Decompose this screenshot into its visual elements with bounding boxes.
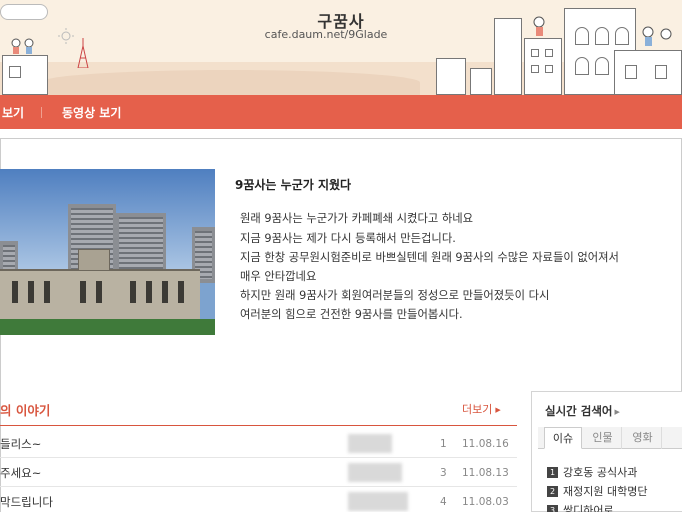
menu-video-view[interactable]: 동영상 보기 <box>62 104 121 121</box>
cafe-menu-bar: 보기 동영상 보기 <box>0 95 682 129</box>
triangle-right-icon: ▶ <box>495 406 501 414</box>
rank-badge: 1 <box>547 467 558 478</box>
table-row[interactable]: 주세요~ 3 11.08.13 <box>0 459 517 487</box>
intro-text-line: 하지만 원래 9꿈사가 회원여러분들의 정성으로 만들어졌듯이 다시 <box>240 289 550 302</box>
rank-badge: 2 <box>547 486 558 497</box>
tower-illustration <box>75 38 91 69</box>
building-illustration <box>436 58 466 95</box>
post-subject[interactable]: 막드립니다 <box>0 494 53 510</box>
table-row[interactable]: 막드립니다 4 11.08.03 <box>0 488 517 512</box>
tab-issue[interactable]: 이슈 <box>544 427 582 449</box>
more-link[interactable]: 더보기 ▶ <box>462 401 501 417</box>
post-count: 1 <box>440 438 447 450</box>
keyword-text: 쌍디하어로 <box>563 504 614 512</box>
realtime-keyword[interactable]: 1 강호동 공식사과 <box>547 464 637 480</box>
post-count: 3 <box>440 467 447 479</box>
post-date: 11.08.13 <box>462 467 509 479</box>
realtime-keyword[interactable]: 2 재정지원 대학명단 <box>547 483 647 499</box>
intro-text-line: 여러분의 힘으로 건전한 9꿈사를 만들어봅시다. <box>240 308 463 321</box>
more-link-label: 더보기 <box>462 403 493 416</box>
post-subject[interactable]: 들리스~ <box>0 436 41 452</box>
banner-hills <box>40 70 420 95</box>
triangle-right-icon: ▶ <box>614 407 620 416</box>
table-row[interactable]: 들리스~ 1 11.08.16 <box>0 430 517 458</box>
cafe-header-banner: 구꿈사 cafe.daum.net/9Glade <box>0 0 682 95</box>
building-illustration <box>524 38 562 95</box>
realtime-search-title[interactable]: 실시간 검색어 ▶ <box>545 403 620 419</box>
tab-people[interactable]: 인물 <box>584 427 622 449</box>
menu-divider <box>41 107 42 118</box>
intro-text-line: 매우 안타깝네요 <box>240 270 317 283</box>
post-count: 4 <box>440 496 447 508</box>
realtime-tabs: 이슈 인물 영화 <box>538 427 682 449</box>
blurred-author <box>348 492 408 511</box>
cafe-url[interactable]: cafe.daum.net/9Glade <box>0 28 652 41</box>
intro-text-line: 지금 9꿈사는 제가 다시 등록해서 만든겁니다. <box>240 232 456 245</box>
post-subject[interactable]: 주세요~ <box>0 465 41 481</box>
building-illustration <box>614 50 682 95</box>
blurred-author <box>348 463 402 482</box>
realtime-keyword[interactable]: 3 쌍디하어로 <box>547 502 614 512</box>
board-divider <box>0 425 517 426</box>
intro-text-line: 지금 한창 공무원시험준비로 바쁘실텐데 원래 9꿈사의 수많은 자료들이 없어… <box>240 251 619 264</box>
post-date: 11.08.16 <box>462 438 509 450</box>
building-illustration-left <box>2 55 48 95</box>
keyword-text: 강호동 공식사과 <box>563 466 638 479</box>
realtime-search-box: 실시간 검색어 ▶ 이슈 인물 영화 1 강호동 공식사과 2 재정지원 대학명단 3… <box>531 391 682 512</box>
intro-text-line: 원래 9꿈사는 누군가가 카페폐쇄 시켰다고 하네요 <box>240 212 474 225</box>
rank-badge: 3 <box>547 505 558 512</box>
building-illustration <box>470 68 492 95</box>
post-date: 11.08.03 <box>462 496 509 508</box>
menu-view[interactable]: 보기 <box>2 104 24 121</box>
tab-movie[interactable]: 영화 <box>624 427 662 449</box>
blurred-author <box>348 434 392 453</box>
board-section: 의 이야기 더보기 ▶ 들리스~ 1 11.08.16 주세요~ 3 11.08.… <box>0 390 517 512</box>
keyword-text: 재정지원 대학명단 <box>563 485 648 498</box>
city-hall-photo <box>0 169 215 335</box>
realtime-search-title-label: 실시간 검색어 <box>545 404 613 418</box>
board-title[interactable]: 의 이야기 <box>0 400 50 419</box>
intro-title: 9꿈사는 누군가 지웠다 <box>235 178 352 192</box>
